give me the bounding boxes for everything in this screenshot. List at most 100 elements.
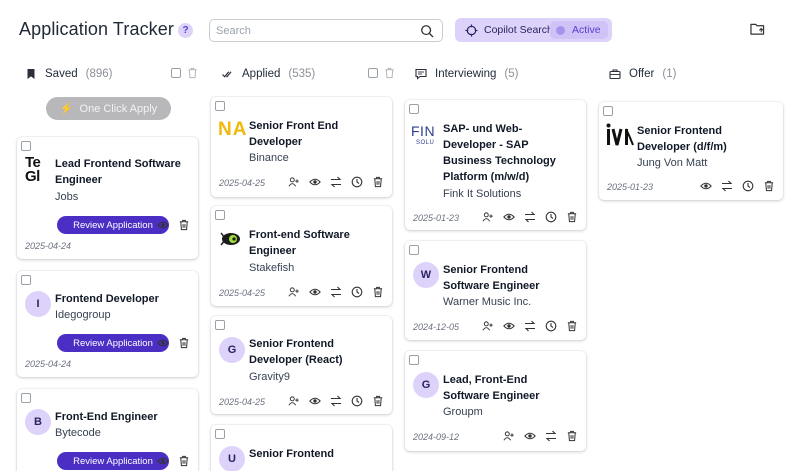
select-all-saved-checkbox[interactable] <box>171 68 181 78</box>
trash-icon[interactable] <box>372 286 384 298</box>
company-name: Groupm <box>443 406 483 418</box>
job-title-line: Senior Frontend <box>249 448 334 460</box>
card-checkbox[interactable] <box>409 355 419 365</box>
eye-icon[interactable] <box>700 180 712 192</box>
job-card[interactable]: I Frontend Developer Idegogroup Review A… <box>17 271 198 377</box>
history-icon[interactable] <box>351 176 363 188</box>
trash-icon[interactable] <box>178 455 190 467</box>
briefcase-icon <box>609 69 621 80</box>
job-title-line: Platform (m/w/d) <box>443 171 530 183</box>
add-person-icon[interactable] <box>503 430 515 442</box>
folder-export-icon[interactable] <box>750 22 765 36</box>
job-card[interactable]: G Lead, Front-End Software Engineer Grou… <box>405 351 586 451</box>
swap-icon[interactable] <box>524 211 536 223</box>
trash-icon[interactable] <box>566 320 578 332</box>
trash-icon[interactable] <box>372 176 384 188</box>
trash-icon[interactable] <box>384 67 395 79</box>
avatar: I <box>25 291 51 317</box>
job-card[interactable]: G Senior Frontend Developer (React) Grav… <box>211 316 392 414</box>
history-icon[interactable] <box>351 395 363 407</box>
bookmark-icon <box>27 69 35 79</box>
select-all-applied-checkbox[interactable] <box>368 68 378 78</box>
eye-icon[interactable] <box>503 211 515 223</box>
history-icon[interactable] <box>742 180 754 192</box>
double-check-icon <box>222 71 232 78</box>
search-icon[interactable] <box>420 24 434 38</box>
card-checkbox[interactable] <box>215 320 225 330</box>
history-icon[interactable] <box>351 286 363 298</box>
copilot-search-toggle[interactable]: Copilot Search Active <box>455 18 612 42</box>
swap-icon[interactable] <box>330 286 342 298</box>
company-logo: NA <box>218 119 248 140</box>
job-title-line: Front-End Engineer <box>55 411 158 423</box>
add-person-icon[interactable] <box>288 176 300 188</box>
eye-icon[interactable] <box>157 219 169 231</box>
card-checkbox[interactable] <box>215 210 225 220</box>
swap-icon[interactable] <box>330 176 342 188</box>
search-box[interactable] <box>209 19 443 42</box>
eye-icon[interactable] <box>309 176 321 188</box>
swap-icon[interactable] <box>721 180 733 192</box>
card-checkbox[interactable] <box>409 245 419 255</box>
history-icon[interactable] <box>545 211 557 223</box>
swap-icon[interactable] <box>524 320 536 332</box>
job-title-line: Front-end Software <box>249 229 350 241</box>
trash-icon[interactable] <box>763 180 775 192</box>
job-card[interactable]: U Senior Frontend <box>211 425 392 471</box>
one-click-apply-button[interactable]: ⚡ One Click Apply <box>46 97 171 120</box>
date-label: 2025-01-23 <box>607 182 654 192</box>
job-card[interactable]: Senior Frontend Developer (d/f/m) Jung V… <box>599 102 783 200</box>
company-logo: FIN <box>411 123 436 139</box>
job-card[interactable]: FIN SOLU SAP- und Web- Developer - SAP B… <box>405 100 586 230</box>
card-checkbox[interactable] <box>409 104 419 114</box>
eye-icon[interactable] <box>157 337 169 349</box>
add-person-icon[interactable] <box>482 211 494 223</box>
avatar: W <box>413 262 439 288</box>
trash-icon[interactable] <box>566 211 578 223</box>
card-checkbox[interactable] <box>21 275 31 285</box>
card-actions <box>279 395 384 407</box>
job-card[interactable]: B Front-End Engineer Bytecode Review App… <box>17 389 198 471</box>
history-icon[interactable] <box>545 320 557 332</box>
eye-icon[interactable] <box>157 455 169 467</box>
date-label: 2025-04-25 <box>219 288 266 298</box>
help-icon[interactable]: ? <box>178 23 193 38</box>
card-checkbox[interactable] <box>215 101 225 111</box>
card-checkbox[interactable] <box>603 106 613 116</box>
search-input[interactable] <box>216 23 411 39</box>
company-logo <box>220 232 240 246</box>
add-person-icon[interactable] <box>482 320 494 332</box>
company-name: Jung Von Matt <box>637 157 708 169</box>
job-title-line: Lead, Front-End <box>443 374 528 386</box>
swap-icon[interactable] <box>330 395 342 407</box>
copilot-status-label: Active <box>572 24 601 36</box>
trash-icon[interactable] <box>372 395 384 407</box>
eye-icon[interactable] <box>309 395 321 407</box>
toggle-knob <box>556 25 565 35</box>
card-checkbox[interactable] <box>21 393 31 403</box>
card-checkbox[interactable] <box>215 429 225 439</box>
job-card[interactable]: W Senior Frontend Software Engineer Warn… <box>405 241 586 340</box>
trash-icon[interactable] <box>178 337 190 349</box>
chat-icon <box>415 68 427 80</box>
company-name: Warner Music Inc. <box>443 296 532 308</box>
trash-icon[interactable] <box>178 219 190 231</box>
company-name: Jobs <box>55 191 79 203</box>
add-person-icon[interactable] <box>288 286 300 298</box>
card-checkbox[interactable] <box>21 141 31 151</box>
job-card[interactable]: Front-end Software Engineer Stakefish 20… <box>211 206 392 306</box>
trash-icon[interactable] <box>566 430 578 442</box>
column-count: (5) <box>504 68 519 80</box>
copilot-active-switch[interactable]: Active <box>550 21 608 39</box>
eye-icon[interactable] <box>524 430 536 442</box>
eye-icon[interactable] <box>309 286 321 298</box>
job-card[interactable]: NA Senior Front End Developer Binance 20… <box>211 97 392 197</box>
column-count: (535) <box>288 68 316 80</box>
swap-icon[interactable] <box>545 430 557 442</box>
job-card[interactable]: Te Gl Lead Frontend Software Engineer Jo… <box>17 137 198 259</box>
job-title-line: Senior Frontend <box>249 338 334 350</box>
add-person-icon[interactable] <box>288 395 300 407</box>
eye-icon[interactable] <box>503 320 515 332</box>
trash-icon[interactable] <box>187 67 198 79</box>
company-name: Binance <box>249 152 289 164</box>
